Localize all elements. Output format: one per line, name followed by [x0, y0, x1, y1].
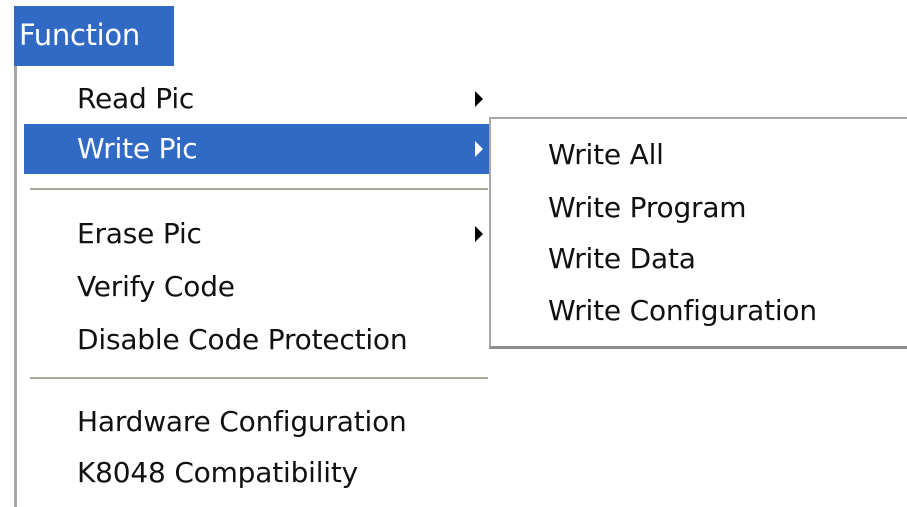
write-pic-submenu: Write All Write Program Write Data Write…: [489, 117, 907, 349]
menu-item-erase-pic[interactable]: Erase Pic: [24, 209, 494, 259]
menu-item-label: Erase Pic: [77, 217, 202, 250]
function-dropdown: Read Pic Write Pic Erase Pic Verify Code…: [14, 66, 499, 507]
menu-item-verify-code[interactable]: Verify Code: [24, 262, 494, 312]
menu-item-label: Read Pic: [77, 82, 195, 115]
menu-item-label: Disable Code Protection: [77, 323, 408, 356]
menu-item-label: Verify Code: [77, 270, 235, 303]
submenu-arrow-icon: [475, 91, 483, 107]
submenu-item-write-program[interactable]: Write Program: [491, 182, 907, 234]
menu-separator: [30, 188, 488, 191]
submenu-item-write-all[interactable]: Write All: [491, 129, 907, 181]
submenu-item-label: Write Data: [548, 242, 696, 275]
menu-item-label: K8048 Compatibility: [77, 456, 359, 489]
screen: Function Read Pic Write Pic Erase Pic Ve…: [0, 0, 907, 507]
submenu-item-write-data[interactable]: Write Data: [491, 233, 907, 285]
menu-item-label: Write Pic: [77, 132, 198, 165]
menu-item-read-pic[interactable]: Read Pic: [24, 74, 494, 124]
menu-item-k8048-compatibility[interactable]: K8048 Compatibility: [24, 448, 494, 498]
menu-item-label: Hardware Configuration: [77, 405, 407, 438]
submenu-item-label: Write All: [548, 138, 664, 171]
menu-item-disable-code-protection[interactable]: Disable Code Protection: [24, 315, 494, 365]
menu-item-hardware-configuration[interactable]: Hardware Configuration: [24, 397, 494, 447]
function-menu-label: Function: [19, 18, 140, 52]
menu-separator: [30, 377, 488, 380]
submenu-arrow-icon: [475, 226, 483, 242]
submenu-item-label: Write Program: [548, 191, 747, 224]
menu-item-write-pic[interactable]: Write Pic: [24, 124, 494, 174]
submenu-item-label: Write Configuration: [548, 294, 817, 327]
submenu-arrow-icon: [475, 141, 483, 157]
function-menu[interactable]: Function: [14, 6, 174, 67]
submenu-item-write-configuration[interactable]: Write Configuration: [491, 285, 907, 337]
